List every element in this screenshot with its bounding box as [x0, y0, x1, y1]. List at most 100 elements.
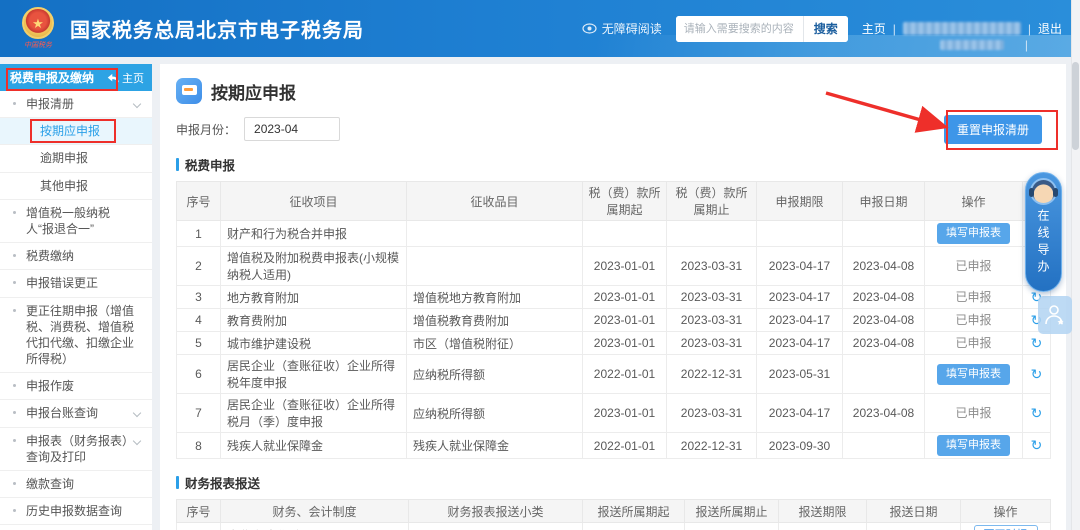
refresh-icon[interactable]: ↻ [1031, 405, 1043, 421]
user-links: 主页 | | 退出 | [861, 20, 1062, 53]
table-cell: 2023-03-31 [666, 285, 757, 309]
table-cell: 6 [176, 354, 221, 394]
action-button[interactable]: 更正财报 [973, 525, 1038, 530]
table-cell: 2023-04-17 [756, 246, 843, 286]
masked-username-line2 [940, 40, 1004, 50]
sidebar-item[interactable]: 申报清册 [0, 91, 152, 119]
sidebar-item[interactable]: 申报台账查询 [0, 400, 152, 428]
column-header: 税（费）款所属期止 [666, 181, 757, 221]
column-header: 申报期限 [756, 181, 843, 221]
table-cell [582, 220, 667, 247]
table-cell: 2023-01-01 [582, 331, 667, 355]
table-cell: 2023-04-17 [756, 308, 843, 332]
column-header: 征收品目 [406, 181, 583, 221]
sidebar-title: 税费申报及缴纳 [10, 71, 95, 85]
sidebar-item[interactable]: 申报辅助信息报告 [0, 525, 152, 530]
table-cell: 2023-05-31 [778, 522, 867, 530]
tax-declaration-table: 序号征收项目征收品目税（费）款所属期起税（费）款所属期止申报期限申报日期操作 ↻ 1… [176, 181, 1051, 459]
month-input[interactable] [244, 117, 341, 141]
table-cell: 2023-04-08 [842, 331, 925, 355]
sidebar-item-label: 增值税一般纳税人“报退合一” [26, 205, 111, 236]
table-cell: 2022-12-31 [666, 432, 757, 459]
refresh-icon[interactable]: ↻ [1031, 335, 1043, 351]
sidebar-item[interactable]: 申报表（财务报表）查询及打印 [0, 428, 152, 471]
table-cell [406, 246, 583, 286]
column-header: 报送所属期止 [684, 499, 779, 523]
table-row: 1财产和行为税合并申报填写申报表↻ [176, 220, 1051, 247]
column-header: 财务报表报送小类 [408, 499, 583, 523]
action-button[interactable]: 填写申报表 [937, 223, 1010, 244]
table-cell: 企业会计准则 [220, 522, 409, 530]
search-button[interactable]: 搜索 [802, 15, 848, 42]
table-cell: 应纳税所得额 [406, 393, 583, 433]
table-cell [756, 220, 843, 247]
sidebar-home-link[interactable]: 主页 [107, 70, 144, 86]
table-cell: 2022-01-01 [582, 354, 667, 394]
status-text: 已申报 [955, 336, 992, 350]
table-cell [842, 354, 925, 394]
sidebar-item[interactable]: 其他申报 [0, 173, 152, 200]
home-link[interactable]: 主页 [862, 20, 886, 37]
table-cell: 2023-04-17 [756, 285, 843, 309]
status-text: 已申报 [955, 313, 992, 327]
table-row: 6 居民企业（查账征收）企业所得税年度申报 应纳税所得额 2022-01-01 2022… [176, 354, 1051, 394]
action-button[interactable]: 填写申报表 [937, 435, 1010, 456]
table-row: 4 教育费附加 增值税教育费附加 2023-01-01 2023-03-31 2023-0… [176, 308, 1051, 332]
sidebar-item[interactable]: 增值税一般纳税人“报退合一” [0, 200, 152, 244]
sidebar-item-label: 申报台账查询 [26, 406, 99, 421]
tax-emblem-logo: ★ 中国税务 [16, 7, 60, 50]
table-cell: 教育费附加 [220, 308, 407, 332]
table-cell: 市区（增值税附征） [406, 331, 583, 355]
table-cell: 残疾人就业保障金 [220, 432, 407, 459]
column-header: 税（费）款所属期起 [582, 181, 667, 221]
sidebar-item-label: 申报错误更正 [26, 276, 99, 291]
bullet-dot [13, 411, 16, 415]
scrollbar-thumb[interactable] [1072, 62, 1079, 150]
sidebar-item[interactable]: 申报作废 [0, 373, 152, 401]
table-cell: 2023-01-01 [582, 285, 667, 309]
sidebar-item[interactable]: 申报错误更正 [0, 270, 152, 298]
table-cell: 8 [176, 432, 221, 459]
table-cell: 残疾人就业保障金 [406, 432, 583, 459]
accessibility-link[interactable]: 无障碍阅读 [582, 20, 662, 37]
table-cell: 2023-04-08 [842, 246, 925, 286]
sidebar-item-active[interactable]: 按期应申报 [0, 118, 152, 146]
sidebar-item[interactable]: 更正往期申报（增值税、消费税、增值税代扣代缴、扣缴企业所得税） [0, 298, 152, 374]
table-cell: 4 [176, 308, 221, 332]
masked-username [902, 22, 1021, 35]
sidebar-item[interactable]: 历史申报数据查询 [0, 498, 152, 526]
action-button[interactable]: 填写申报表 [937, 363, 1010, 385]
sidebar-item[interactable]: 缴款查询 [0, 471, 152, 499]
search-input[interactable] [675, 15, 803, 42]
table-cell [406, 220, 583, 247]
bullet-dot [13, 482, 16, 485]
refresh-icon[interactable]: ↻ [1031, 366, 1043, 382]
chevron-down-icon [132, 99, 142, 109]
online-guide-button[interactable]: 在线导办 [1025, 172, 1062, 292]
table-cell [842, 220, 925, 247]
sidebar-item-label: 更正往期申报（增值税、消费税、增值税代扣代缴、扣缴企业所得税） [26, 303, 135, 367]
refresh-icon[interactable]: ↻ [1031, 437, 1043, 453]
table-cell: 地方教育附加 [220, 285, 407, 309]
table-row: 2 增值税及附加税费申报表(小规模纳税人适用) 2023-01-01 2023-03-… [176, 246, 1051, 286]
bullet-dot [13, 308, 16, 312]
table-row: 7 居民企业（查账征收）企业所得税月（季）度申报 应纳税所得额 2023-01-01 2… [176, 393, 1051, 433]
sidebar-item[interactable]: 税费缴纳 [0, 243, 152, 271]
page-title: 按期应申报 [211, 83, 296, 103]
status-text: 已申报 [955, 259, 992, 273]
sidebar-item-label: 税费缴纳 [26, 249, 75, 264]
page-scrollbar[interactable] [1071, 0, 1080, 530]
contact-person-button[interactable] [1038, 296, 1072, 334]
table-cell: 增值税教育费附加 [406, 308, 583, 332]
sidebar-item-label: 逾期申报 [40, 151, 89, 166]
logout-link[interactable]: 退出 [1038, 20, 1062, 37]
table-cell: 2023-05-31 [756, 354, 843, 394]
sidebar-item[interactable]: 逾期申报 [0, 145, 152, 173]
table-cell: 增值税地方教育附加 [406, 285, 583, 309]
back-arrow-icon [107, 73, 119, 82]
bullet-dot [13, 384, 16, 388]
column-header: 序号 [176, 181, 221, 221]
sidebar-menu: 申报清册 按期应申报逾期申报其他申报增值税一般纳税人“报退合一” 税费缴纳申报错误更… [0, 91, 152, 530]
reset-declaration-button[interactable]: 重置申报清册 [943, 115, 1042, 144]
sidebar-item-label: 历史申报数据查询 [26, 504, 123, 519]
